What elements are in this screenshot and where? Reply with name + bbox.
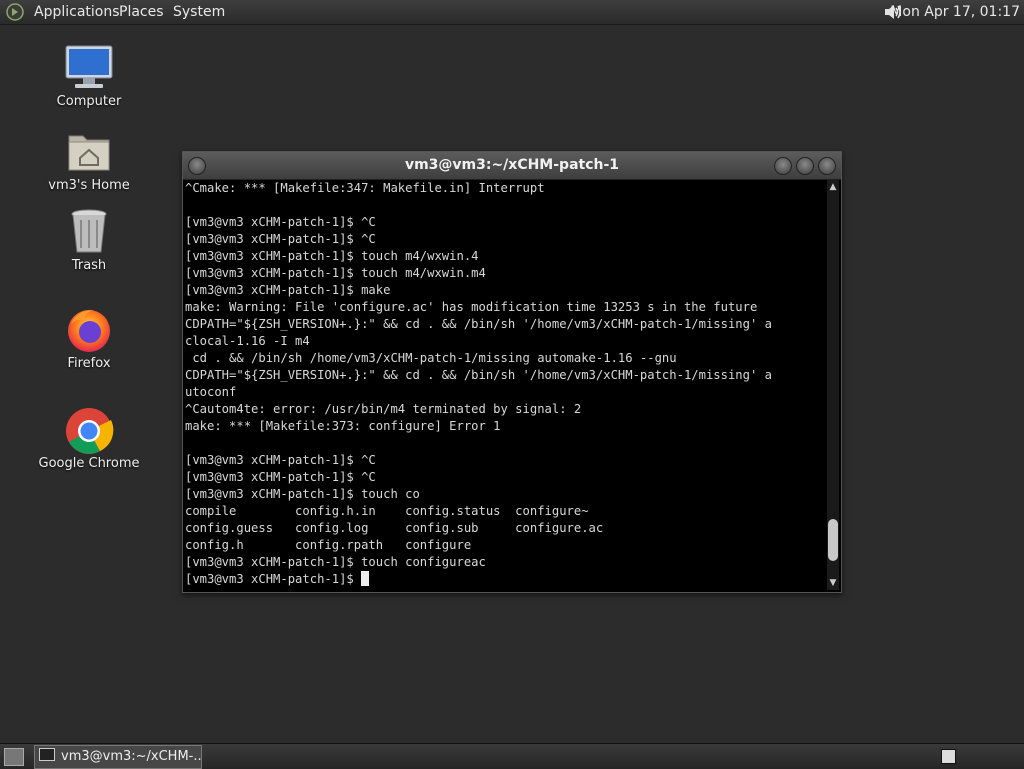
terminal-icon bbox=[39, 748, 55, 761]
home-folder-icon bbox=[63, 128, 115, 176]
desktop-icon-label: Trash bbox=[71, 258, 107, 273]
terminal-line: config.guess config.log config.sub confi… bbox=[185, 521, 604, 535]
minimize-button[interactable] bbox=[774, 157, 792, 175]
firefox-icon bbox=[63, 306, 115, 354]
terminal-line: [vm3@vm3 xCHM-patch-1]$ make bbox=[185, 283, 391, 297]
trash-icon bbox=[63, 208, 115, 256]
terminal-prompt: [vm3@vm3 xCHM-patch-1]$ bbox=[185, 572, 362, 586]
terminal-line: [vm3@vm3 xCHM-patch-1]$ ^C bbox=[185, 470, 376, 484]
computer-icon bbox=[63, 44, 115, 92]
desktop-icon-firefox[interactable]: Firefox bbox=[34, 306, 144, 371]
places-menu[interactable]: Places bbox=[119, 2, 164, 22]
scroll-down-arrow-icon[interactable]: ▼ bbox=[828, 578, 838, 588]
taskbar-label: vm3@vm3:~/xCHM-... bbox=[61, 749, 202, 764]
show-desktop-icon[interactable] bbox=[4, 748, 24, 766]
terminal-line: [vm3@vm3 xCHM-patch-1]$ touch co bbox=[185, 487, 420, 501]
distro-logo-icon[interactable] bbox=[6, 3, 24, 21]
terminal-output[interactable]: ^Cmake: *** [Makefile:347: Makefile.in] … bbox=[185, 180, 825, 590]
terminal-line: ^Cmake: *** [Makefile:347: Makefile.in] … bbox=[185, 181, 545, 195]
system-menu[interactable]: System bbox=[173, 2, 225, 22]
desktop-icon-label: Firefox bbox=[67, 356, 111, 371]
terminal-line: [vm3@vm3 xCHM-patch-1]$ touch m4/wxwin.4 bbox=[185, 249, 479, 263]
terminal-line: CDPATH="${ZSH_VERSION+.}:" && cd . && /b… bbox=[185, 317, 772, 331]
maximize-button[interactable] bbox=[796, 157, 814, 175]
desktop-icon-home[interactable]: vm3's Home bbox=[34, 128, 144, 193]
terminal-line: utoconf bbox=[185, 385, 237, 399]
terminal-scrollbar[interactable]: ▲ ▼ bbox=[827, 180, 839, 590]
terminal-line: config.h config.rpath configure bbox=[185, 538, 472, 552]
terminal-line: [vm3@vm3 xCHM-patch-1]$ ^C bbox=[185, 453, 376, 467]
terminal-line: clocal-1.16 -I m4 bbox=[185, 334, 310, 348]
desktop-icon-label: Computer bbox=[56, 94, 122, 109]
window-titlebar[interactable]: vm3@vm3:~/xCHM-patch-1 bbox=[183, 152, 841, 180]
scroll-up-arrow-icon[interactable]: ▲ bbox=[828, 182, 838, 192]
clock[interactable]: Mon Apr 17, 01:17 bbox=[890, 2, 1020, 22]
terminal-text: ^Cmake: *** [Makefile:347: Makefile.in] … bbox=[185, 180, 825, 588]
terminal-window[interactable]: vm3@vm3:~/xCHM-patch-1 ^Cmake: *** [Make… bbox=[182, 151, 842, 593]
desktop-icon-label: vm3's Home bbox=[48, 178, 130, 193]
applications-menu[interactable]: Applications bbox=[34, 2, 120, 22]
terminal-line: cd . && /bin/sh /home/vm3/xCHM-patch-1/m… bbox=[192, 351, 677, 365]
terminal-line: [vm3@vm3 xCHM-patch-1]$ touch m4/wxwin.m… bbox=[185, 266, 486, 280]
desktop-icon-chrome[interactable]: Google Chrome bbox=[34, 406, 144, 471]
desktop-icon-computer[interactable]: Computer bbox=[34, 44, 144, 109]
close-button[interactable] bbox=[818, 157, 836, 175]
terminal-line: ^Cautom4te: error: /usr/bin/m4 terminate… bbox=[185, 402, 582, 416]
terminal-line: make: Warning: File 'configure.ac' has m… bbox=[185, 300, 758, 314]
bottom-panel: vm3@vm3:~/xCHM-... bbox=[0, 743, 1024, 769]
taskbar-terminal-button[interactable]: vm3@vm3:~/xCHM-... bbox=[34, 745, 202, 769]
terminal-line: [vm3@vm3 xCHM-patch-1]$ ^C bbox=[185, 215, 376, 229]
scrollbar-thumb[interactable] bbox=[828, 518, 838, 561]
chrome-icon bbox=[63, 406, 115, 454]
terminal-line: [vm3@vm3 xCHM-patch-1]$ ^C bbox=[185, 232, 376, 246]
terminal-cursor bbox=[361, 571, 370, 586]
workspace-switcher[interactable] bbox=[941, 749, 956, 764]
desktop-icon-trash[interactable]: Trash bbox=[34, 208, 144, 273]
terminal-line: CDPATH="${ZSH_VERSION+.}:" && cd . && /b… bbox=[185, 368, 772, 382]
top-panel: Applications Places System Mon Apr 17, 0… bbox=[0, 0, 1024, 25]
window-title: vm3@vm3:~/xCHM-patch-1 bbox=[404, 157, 620, 173]
desktop-icon-label: Google Chrome bbox=[38, 456, 140, 471]
terminal-line: [vm3@vm3 xCHM-patch-1]$ touch configurea… bbox=[185, 555, 486, 569]
terminal-line: make: *** [Makefile:373: configure] Erro… bbox=[185, 419, 501, 433]
terminal-line: compile config.h.in config.status config… bbox=[185, 504, 589, 518]
